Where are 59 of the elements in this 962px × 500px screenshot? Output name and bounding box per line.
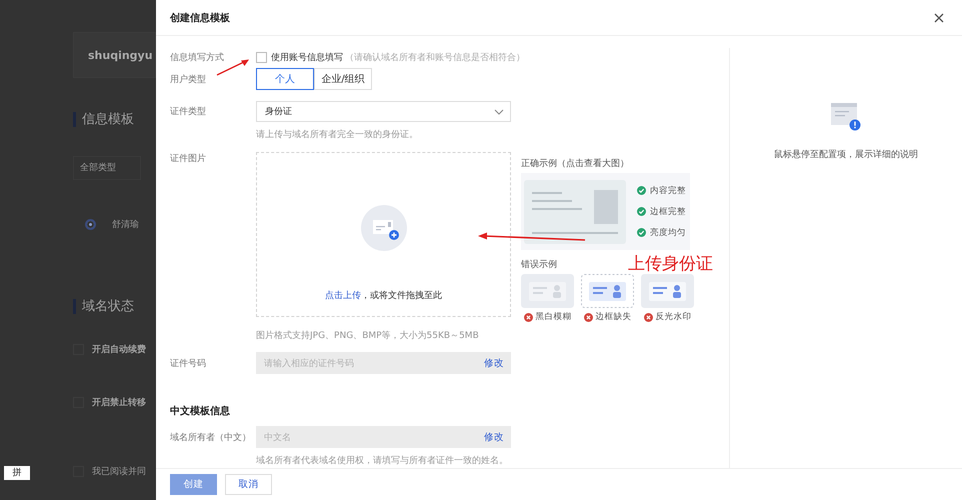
check-label: 内容完整: [650, 184, 686, 196]
id-type-dropdown[interactable]: 身份证: [256, 101, 511, 122]
example-title: 错误示例: [521, 258, 557, 271]
error-circle-icon: [584, 312, 592, 322]
segment-tab[interactable]: 个人: [256, 68, 314, 90]
help-text: 域名所有者代表域名使用权，请填写与所有者证件一致的姓名。: [256, 454, 509, 467]
close-icon[interactable]: [934, 12, 944, 22]
field-label: 信息填写方式: [170, 52, 225, 64]
error-circle-icon: [644, 312, 652, 322]
check-circle-icon: [637, 228, 646, 237]
type-dropdown[interactable]: 全部类型: [73, 156, 141, 180]
checkbox[interactable]: [256, 52, 267, 62]
id-card-upload-icon: [360, 205, 406, 251]
id-card-drawing: [581, 274, 634, 308]
option-label: 开启禁止转移: [92, 396, 146, 409]
cancel-button[interactable]: 取消: [225, 474, 272, 495]
error-label: 边框缺失: [596, 311, 632, 323]
ime-indicator[interactable]: 拼: [4, 466, 30, 480]
hint-text: （请确认域名所有者和账号信息是否相符合）: [345, 52, 525, 64]
template-name: 舒清瑜: [112, 218, 139, 231]
section-title: 信息模板: [82, 111, 134, 128]
error-label: 反光水印: [656, 311, 692, 323]
upload-instructions: 点击上传，或将文件拖拽至此: [325, 290, 442, 302]
example-panel[interactable]: 内容完整 边框完整 亮度均匀: [521, 173, 690, 250]
dialog-title: 创建信息模板: [170, 12, 230, 24]
edit-link[interactable]: 修改: [484, 430, 504, 444]
error-label: 黑白模糊: [536, 311, 572, 323]
id-card-drawing: [521, 274, 574, 308]
owner-name-field[interactable]: 中文名 修改: [256, 426, 511, 448]
help-text: 鼠标悬停至配置项，展示详细的说明: [774, 148, 918, 161]
radio-button[interactable]: [85, 219, 96, 230]
document-alert-icon: [831, 103, 861, 131]
field-label: 证件类型: [170, 106, 207, 118]
field-label: 证件图片: [170, 152, 207, 165]
id-number-field[interactable]: 请输入相应的证件号码 修改: [256, 352, 511, 374]
field-label: 域名所有者（中文）: [170, 432, 252, 444]
upload-dropzone[interactable]: 点击上传，或将文件拖拽至此: [256, 152, 511, 317]
field-label: 用户类型: [170, 74, 207, 86]
edit-link[interactable]: 修改: [484, 356, 504, 370]
check-label: 亮度均匀: [650, 226, 686, 238]
chevron-down-icon: [494, 108, 504, 114]
check-circle-icon: [637, 186, 646, 195]
section-title: 中文模板信息: [170, 404, 231, 418]
field-label: 证件号码: [170, 358, 207, 370]
check-label: 边框完整: [650, 206, 686, 218]
help-text: 请上传与域名所有者完全一致的身份证。: [256, 128, 419, 141]
segment-tab[interactable]: 企业/组织: [314, 68, 372, 90]
upload-link[interactable]: 点击上传: [325, 291, 361, 301]
section-title: 域名状态: [82, 298, 134, 315]
agreement-label: 我已阅读并同: [92, 466, 146, 478]
error-circle-icon: [524, 312, 532, 322]
id-card-drawing: [641, 274, 694, 308]
checkbox-label: 使用账号信息填写: [271, 52, 343, 64]
format-hint: 图片格式支持JPG、PNG、BMP等，大小为55KB～5MB: [256, 330, 480, 342]
check-circle-icon: [637, 207, 646, 216]
account-name: shuqingyu: [88, 48, 153, 62]
option-label: 开启自动续费: [92, 343, 146, 356]
annotation-text: 上传身份证: [628, 253, 713, 275]
example-title: 正确示例（点击查看大图）: [521, 158, 629, 170]
